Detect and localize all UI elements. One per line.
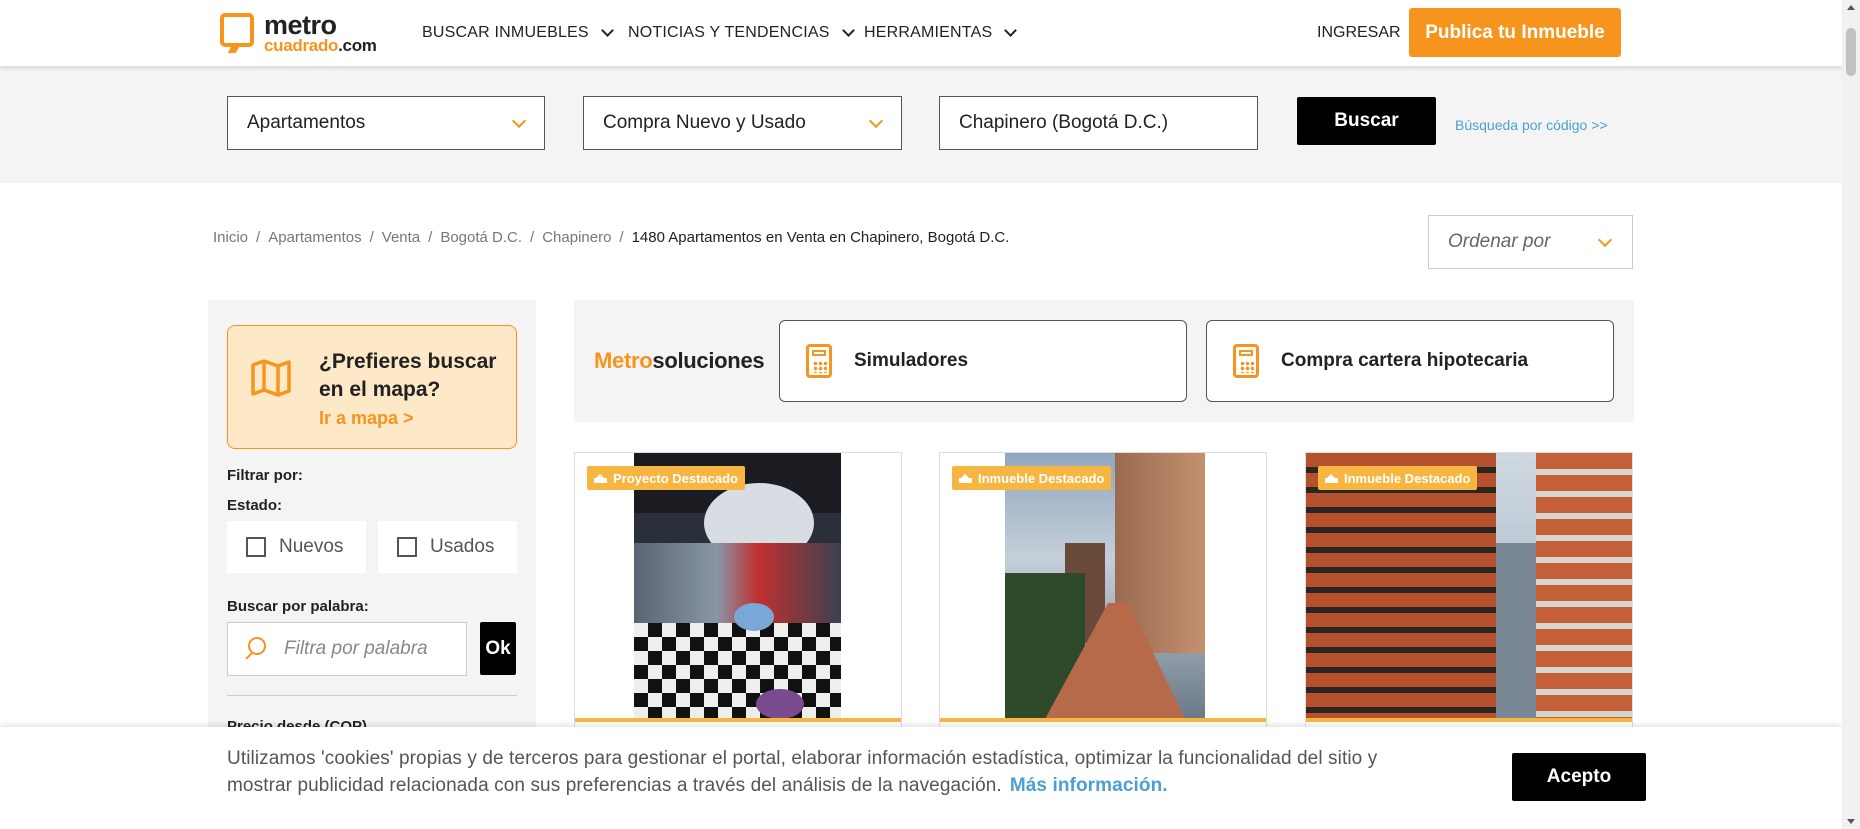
metrosoluciones-title: Metrosoluciones: [594, 348, 765, 373]
badge-label: Inmueble Destacado: [978, 470, 1105, 486]
metrocuadrado-logo[interactable]: metro cuadrado.com: [220, 10, 380, 56]
search-by-code-link[interactable]: Búsqueda por código >>: [1455, 117, 1608, 133]
compra-cartera-label: Compra cartera hipotecaria: [1281, 350, 1529, 371]
crown-icon: [1325, 473, 1338, 483]
breadcrumb-apartamentos[interactable]: Apartamentos: [268, 229, 361, 246]
map-icon: [251, 359, 291, 397]
checkbox-square[interactable]: [246, 537, 266, 557]
nav-noticias-tendencias[interactable]: NOTICIAS Y TENDENCIAS: [628, 24, 855, 42]
divider: [227, 695, 517, 696]
listing-photo[interactable]: [1005, 453, 1205, 719]
chevron-down-icon: [1597, 232, 1613, 248]
card-accent-bar: [1306, 718, 1632, 722]
estado-label: Estado:: [227, 497, 283, 514]
location-value: Chapinero (Bogotá D.C.): [959, 112, 1169, 133]
logo-text-sub: cuadrado.com: [264, 36, 377, 55]
breadcrumb-bogota[interactable]: Bogotá D.C.: [440, 229, 522, 246]
page-scrollbar[interactable]: [1842, 0, 1860, 829]
more-info-link[interactable]: Más información.: [1010, 775, 1168, 796]
accept-cookies-button[interactable]: Acepto: [1512, 753, 1646, 801]
operation-value: Compra Nuevo y Usado: [603, 112, 806, 133]
logo-speech-bubble-icon: [220, 13, 254, 47]
card-accent-bar: [940, 718, 1266, 722]
word-search-label: Buscar por palabra:: [227, 598, 369, 615]
checkbox-label: Usados: [430, 536, 495, 557]
cookie-text: Utilizamos 'cookies' propias y de tercer…: [227, 745, 1447, 799]
word-search-input[interactable]: Filtra por palabra: [227, 622, 467, 676]
calculator-icon: [806, 344, 832, 378]
checkbox-nuevos[interactable]: Nuevos: [227, 521, 366, 573]
chevron-down-icon: [868, 113, 884, 129]
breadcrumb-current: 1480 Apartamentos en Venta en Chapinero,…: [631, 229, 1010, 246]
checkbox-label: Nuevos: [279, 536, 344, 557]
badge-label: Proyecto Destacado: [613, 470, 738, 486]
search-button[interactable]: Buscar: [1297, 97, 1436, 145]
cookie-banner: Utilizamos 'cookies' propias y de tercer…: [0, 727, 1842, 829]
scroll-down-arrow-icon[interactable]: [1847, 819, 1855, 824]
property-type-select[interactable]: Apartamentos: [227, 96, 545, 150]
chevron-down-icon: [511, 113, 527, 129]
operation-select[interactable]: Compra Nuevo y Usado: [583, 96, 902, 150]
scroll-up-arrow-icon[interactable]: [1847, 5, 1855, 10]
breadcrumb-separator: /: [369, 229, 374, 246]
chevron-down-icon: [600, 24, 614, 37]
featured-badge: Inmueble Destacado: [1318, 466, 1478, 490]
simuladores-label: Simuladores: [854, 350, 969, 371]
calculator-icon: [1233, 344, 1259, 378]
crown-icon: [959, 473, 972, 483]
site-header: metro cuadrado.com BUSCAR INMUEBLES NOTI…: [0, 0, 1842, 66]
publish-property-button[interactable]: Publica tu Inmueble: [1409, 8, 1621, 57]
login-link[interactable]: INGRESAR: [1317, 24, 1401, 42]
breadcrumb-chapinero[interactable]: Chapinero: [542, 229, 611, 246]
nav-herramientas[interactable]: HERRAMIENTAS: [864, 24, 1018, 42]
property-type-value: Apartamentos: [247, 112, 366, 133]
breadcrumb-separator: /: [256, 229, 261, 246]
badge-label: Inmueble Destacado: [1344, 470, 1471, 486]
go-to-map-link[interactable]: Ir a mapa >: [319, 408, 414, 429]
breadcrumb-separator: /: [619, 229, 624, 246]
checkbox-square[interactable]: [397, 537, 417, 557]
checkbox-usados[interactable]: Usados: [378, 521, 517, 573]
crown-icon: [594, 473, 607, 483]
nav-label: NOTICIAS Y TENDENCIAS: [628, 24, 830, 41]
word-search-placeholder: Filtra por palabra: [284, 638, 428, 659]
breadcrumb-venta[interactable]: Venta: [382, 229, 420, 246]
listing-photo[interactable]: [634, 453, 841, 719]
chevron-down-icon: [841, 24, 855, 37]
card-accent-bar: [575, 718, 901, 722]
compra-cartera-card[interactable]: Compra cartera hipotecaria: [1206, 320, 1614, 402]
search-icon: [245, 637, 270, 661]
word-search-ok-button[interactable]: Ok: [480, 622, 516, 675]
map-question: ¿Prefieres buscar en el mapa?: [319, 350, 497, 401]
breadcrumb: Inicio / Apartamentos / Venta / Bogotá D.C.…: [213, 229, 1009, 246]
nav-label: BUSCAR INMUEBLES: [422, 24, 589, 41]
featured-badge: Inmueble Destacado: [952, 466, 1112, 490]
chevron-down-icon: [1004, 24, 1018, 37]
breadcrumb-inicio[interactable]: Inicio: [213, 229, 248, 246]
scrollbar-thumb[interactable]: [1846, 28, 1856, 76]
map-search-card[interactable]: ¿Prefieres buscar en el mapa? Ir a mapa …: [227, 325, 517, 449]
featured-badge: Proyecto Destacado: [587, 466, 745, 490]
listing-photo[interactable]: [1306, 453, 1632, 719]
nav-label: HERRAMIENTAS: [864, 24, 993, 41]
filter-by-label: Filtrar por:: [227, 467, 303, 484]
nav-buscar-inmuebles[interactable]: BUSCAR INMUEBLES: [422, 24, 614, 42]
sort-select[interactable]: Ordenar por: [1428, 215, 1633, 269]
cookie-message: Utilizamos 'cookies' propias y de tercer…: [227, 748, 1378, 796]
sort-placeholder: Ordenar por: [1448, 231, 1551, 252]
location-input[interactable]: Chapinero (Bogotá D.C.): [939, 96, 1258, 150]
simuladores-card[interactable]: Simuladores: [779, 320, 1187, 402]
breadcrumb-separator: /: [428, 229, 433, 246]
breadcrumb-separator: /: [530, 229, 535, 246]
